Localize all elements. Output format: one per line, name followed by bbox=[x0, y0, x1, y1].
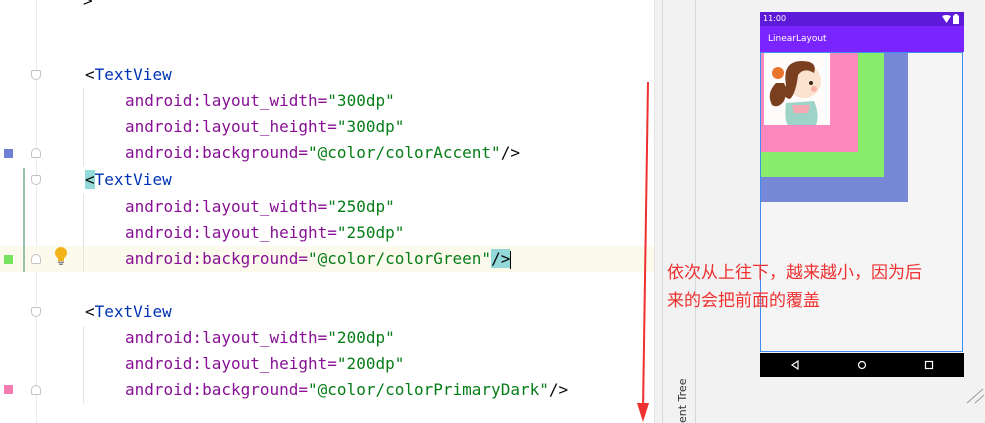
fold-icon[interactable] bbox=[31, 175, 41, 185]
code-line-attribute: android:layout_width="200dp" bbox=[125, 328, 395, 347]
code-line-attribute: android:background="@color/colorPrimaryD… bbox=[125, 380, 569, 399]
recents-icon[interactable] bbox=[924, 360, 934, 370]
code-line-attribute: android:layout_height="200dp" bbox=[125, 354, 405, 373]
fold-icon[interactable] bbox=[31, 307, 41, 317]
lightbulb-icon[interactable] bbox=[53, 246, 69, 266]
app-title: LinearLayout bbox=[768, 34, 827, 44]
fold-end-icon[interactable] bbox=[31, 148, 41, 158]
fold-guide bbox=[36, 0, 37, 423]
code-line-attribute: android:background="@color/colorAccent"/… bbox=[125, 143, 520, 162]
code-line-attribute: android:layout_height="300dp" bbox=[125, 117, 405, 136]
annotation-note: 依次从上往下，越来越小，因为后 来的会把前面的覆盖 bbox=[667, 259, 967, 315]
indent-guide bbox=[83, 88, 84, 166]
change-marker[interactable] bbox=[23, 168, 25, 272]
red-arrow-icon bbox=[637, 81, 649, 422]
fold-end-icon[interactable] bbox=[31, 385, 41, 395]
navigation-bar bbox=[760, 353, 964, 377]
color-primary-dark-swatch-icon[interactable] bbox=[4, 385, 13, 394]
fold-end-icon[interactable] bbox=[31, 254, 41, 264]
code-line-attribute: android:layout_width="300dp" bbox=[125, 91, 395, 110]
resize-handle-icon[interactable] bbox=[963, 388, 985, 404]
device-preview[interactable]: 11:00 LinearLayout bbox=[760, 12, 964, 377]
code-line-textview: <TextView bbox=[85, 302, 172, 321]
fold-icon[interactable] bbox=[31, 70, 41, 80]
battery-icon bbox=[953, 14, 959, 24]
status-time: 11:00 bbox=[763, 14, 787, 23]
color-accent-swatch-icon[interactable] bbox=[4, 149, 13, 158]
annotation-line: 来的会把前面的覆盖 bbox=[667, 291, 820, 311]
code-line-attribute: android:layout_height="250dp" bbox=[125, 223, 405, 242]
status-bar: 11:00 bbox=[760, 12, 964, 26]
component-tree-strip[interactable] bbox=[663, 0, 696, 423]
annotation-line: 依次从上往下，越来越小，因为后 bbox=[667, 263, 922, 283]
text-caret bbox=[510, 250, 512, 269]
editor-gutter bbox=[0, 0, 83, 423]
wifi-icon bbox=[942, 15, 951, 23]
code-line-attribute-current: android:background="@color/colorGreen"/> bbox=[125, 249, 512, 269]
indent-guide bbox=[83, 194, 84, 272]
code-line-attribute: android:layout_width="250dp" bbox=[125, 197, 395, 216]
code-line-textview: <TextView bbox=[85, 65, 172, 84]
color-green-swatch-icon[interactable] bbox=[4, 255, 13, 264]
indent-guide bbox=[83, 326, 84, 404]
home-icon[interactable] bbox=[857, 360, 867, 370]
back-icon[interactable] bbox=[790, 360, 800, 370]
app-bar: LinearLayout bbox=[760, 26, 964, 52]
code-line-textview: <TextView bbox=[85, 170, 172, 189]
component-tree-tab[interactable]: ent Tree bbox=[676, 379, 689, 423]
code-line-partial: > bbox=[83, 0, 93, 10]
code-editor[interactable]: > <TextView android:layout_width="300dp"… bbox=[83, 0, 653, 423]
